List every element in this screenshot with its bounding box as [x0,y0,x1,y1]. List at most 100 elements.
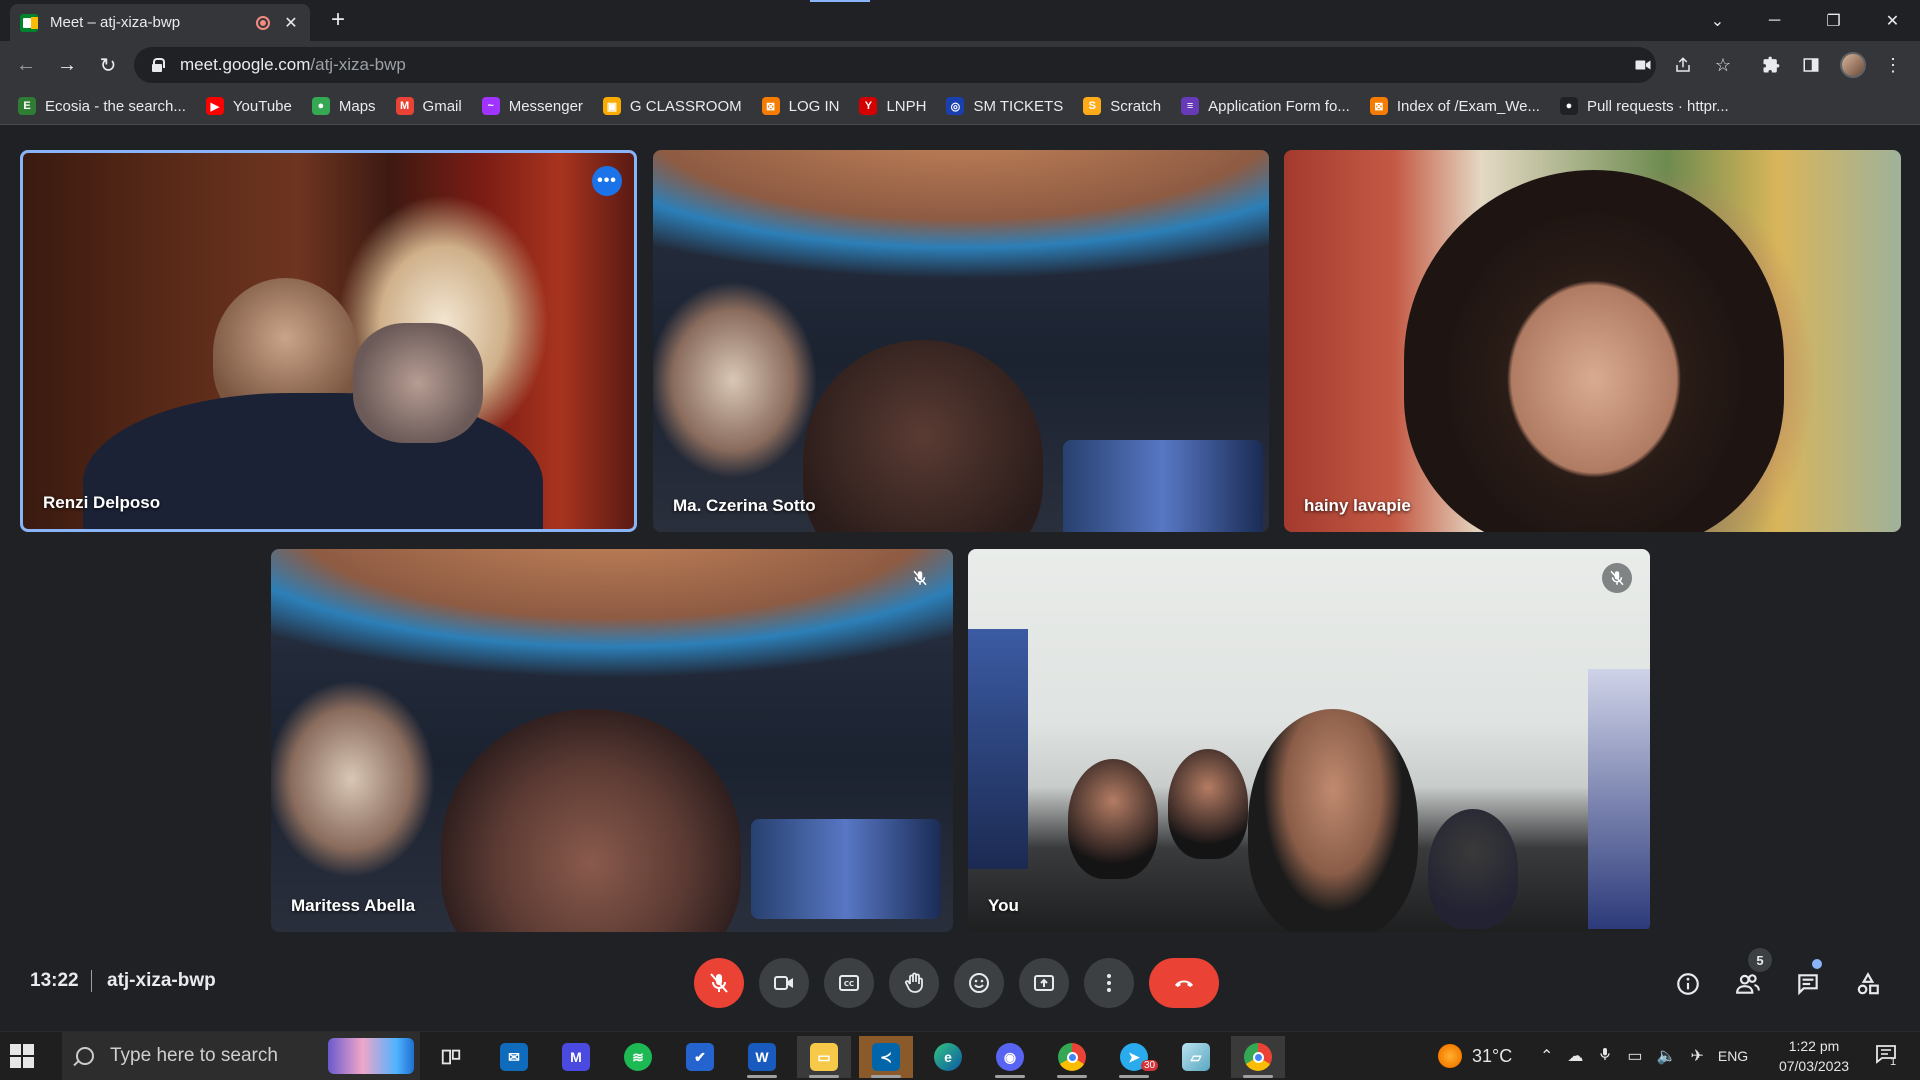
participant-tile-czerina[interactable]: Ma. Czerina Sotto [653,150,1269,532]
google-meet-favicon-icon [20,13,38,32]
word-app[interactable]: W [735,1036,789,1078]
math-app[interactable]: M [549,1036,603,1078]
new-tab-button[interactable]: + [325,8,351,34]
chat-icon [1798,974,1818,996]
share-icon[interactable] [1670,52,1696,78]
more-vert-icon [1107,974,1111,992]
mail-app[interactable]: ✉ [487,1036,541,1078]
participant-name: hainy lavapie [1304,496,1411,515]
bookmark-item[interactable]: ⊠ LOG IN [761,97,839,115]
participant-tile-maritess[interactable]: Maritess Abella [271,549,953,932]
windows-start-icon[interactable] [10,1044,34,1068]
bookmark-item[interactable]: ≡ Application Form fo... [1181,97,1350,115]
participant-tile-renzi[interactable]: ••• Renzi Delposo [20,150,637,532]
bookmark-star-icon[interactable]: ☆ [1710,52,1736,78]
raise-hand-button[interactable] [889,958,939,1008]
tab-search-chevron-icon[interactable]: ⌄ [1690,0,1745,41]
chat-button[interactable] [1792,968,1824,1000]
info-icon [1677,973,1699,995]
mail-icon: ✉ [500,1043,528,1071]
spotify-app[interactable]: ≋ [611,1036,665,1078]
browser-toolbar: ← → ↻ meet.google.com/atj-xiza-bwp ☆ ⋮ [0,41,1920,88]
bookmark-item[interactable]: Y LNPH [859,97,926,115]
microphone-tray-icon[interactable] [1597,1046,1613,1067]
chrome-meet-app[interactable] [1231,1036,1285,1078]
people-button[interactable] [1732,968,1764,1000]
divider [91,970,92,992]
participant-tile-hainy[interactable]: hainy lavapie [1284,150,1901,532]
maps-icon: ● [311,97,330,115]
bookmark-item[interactable]: ▶ YouTube [205,97,292,115]
chrome-app[interactable] [1045,1036,1099,1078]
chat-unread-dot [1812,959,1822,969]
bookmark-item[interactable]: S Scratch [1083,97,1161,115]
more-options-button[interactable] [1084,958,1134,1008]
notification-count: 1 [1890,1056,1897,1068]
tab-meet[interactable]: Meet – atj-xiza-bwp ✕ [10,4,310,41]
reload-button[interactable]: ↻ [92,49,124,81]
bookmark-item[interactable]: ● Pull requests · httpr... [1559,97,1729,115]
volume-icon[interactable]: 🔈 [1657,1046,1677,1066]
notes-app[interactable]: ▱ [1169,1036,1223,1078]
extensions-puzzle-icon[interactable] [1758,52,1784,78]
close-window-button[interactable]: ✕ [1865,0,1920,41]
bookmark-label: LNPH [886,97,927,115]
edge-app[interactable]: e [921,1036,975,1078]
file-explorer-app[interactable]: ▭ [797,1036,851,1078]
bookmark-item[interactable]: ▣ G CLASSROOM [602,97,742,115]
todo-app[interactable]: ✔ [673,1036,727,1078]
airplane-mode-icon[interactable]: ✈ [1690,1046,1703,1066]
weather-widget[interactable]: 31°C [1438,1032,1512,1080]
reactions-button[interactable] [954,958,1004,1008]
browser-menu-kebab-icon[interactable]: ⋮ [1880,52,1906,78]
profile-avatar[interactable] [1840,52,1866,78]
tray-chevron-up-icon[interactable]: ⌃ [1540,1046,1553,1066]
meeting-details-button[interactable] [1672,968,1704,1000]
back-button[interactable]: ← [10,49,42,81]
discord-app[interactable]: ◉ [983,1036,1037,1078]
bookmark-item[interactable]: E Ecosia - the search... [18,97,186,115]
participant-face [1248,709,1418,932]
camera-toggle-button[interactable] [759,958,809,1008]
meeting-code: atj-xiza-bwp [107,970,216,991]
input-language[interactable]: ENG [1718,1048,1748,1064]
screen: Meet – atj-xiza-bwp ✕ + ⌄ ─ ❐ ✕ ← → ↻ me… [0,0,1920,1080]
bookmark-item[interactable]: ⊠ Index of /Exam_We... [1369,97,1540,115]
lock-icon [150,58,165,72]
participant-tile-you[interactable]: You [968,549,1650,932]
hang-up-icon [1175,980,1193,987]
present-screen-button[interactable] [1019,958,1069,1008]
leave-call-button[interactable] [1149,958,1219,1008]
notification-center-button[interactable]: 1 [1874,1042,1902,1070]
banner-left [968,629,1028,869]
battery-icon[interactable]: ▭ [1627,1046,1642,1066]
system-clock[interactable]: 1:22 pm 07/03/2023 [1758,1036,1870,1076]
bookmark-item[interactable]: ● Maps [311,97,376,115]
bookmark-label: Application Form fo... [1208,97,1350,115]
captions-button[interactable]: CC [824,958,874,1008]
camera-in-use-icon[interactable] [1630,52,1656,78]
activities-button[interactable] [1852,968,1884,1000]
task-view-button[interactable] [424,1036,478,1078]
address-bar[interactable]: meet.google.com/atj-xiza-bwp [134,47,1656,83]
close-tab-icon[interactable]: ✕ [282,13,300,33]
meeting-time: 13:22 [30,970,79,991]
bookmark-item[interactable]: ~ Messenger [481,97,583,115]
folder-icon: ▭ [810,1043,838,1071]
more-options-icon[interactable]: ••• [592,166,622,196]
onedrive-cloud-icon[interactable]: ☁ [1567,1046,1583,1066]
bookmark-item[interactable]: ◎ SM TICKETS [946,97,1063,115]
side-panel-icon[interactable] [1798,52,1824,78]
vscode-app[interactable]: ≺ [859,1036,913,1078]
taskbar-search[interactable]: Type here to search [62,1032,420,1080]
browser-tab-strip: Meet – atj-xiza-bwp ✕ + ⌄ ─ ❐ ✕ [0,0,1920,41]
bookmark-label: Gmail [422,97,462,115]
forward-button[interactable]: → [51,49,83,81]
minimize-window-button[interactable]: ─ [1747,0,1802,41]
restore-window-button[interactable]: ❐ [1806,0,1861,41]
windows-taskbar: Type here to search ✉ M ≋ ✔ W ▭ ≺ e ◉ ➤ … [0,1031,1920,1080]
telegram-app[interactable]: ➤ 30 [1107,1036,1161,1078]
participant-face [1428,809,1518,929]
bookmark-item[interactable]: M Gmail [395,97,462,115]
microphone-toggle-button[interactable] [694,958,744,1008]
